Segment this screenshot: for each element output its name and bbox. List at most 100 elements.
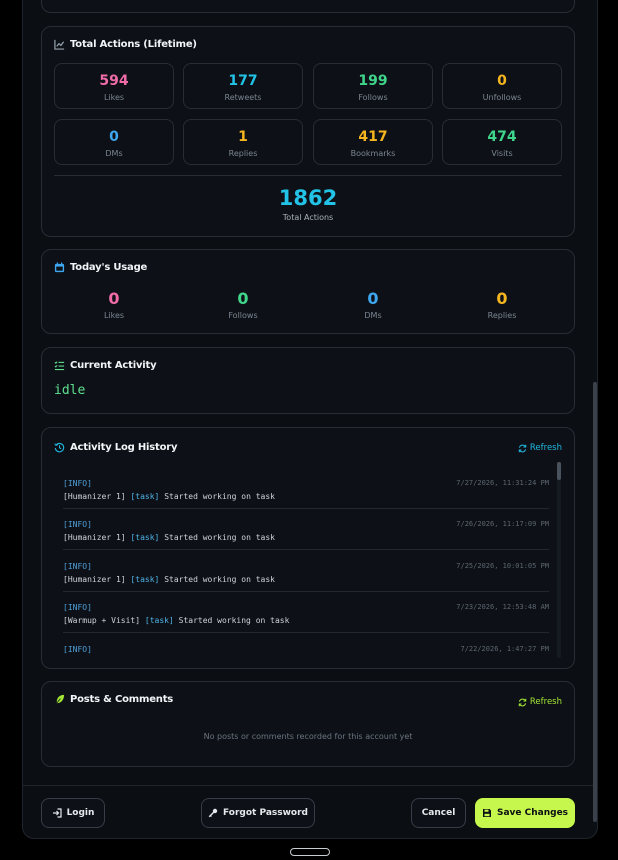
cancel-button[interactable]: Cancel (411, 798, 466, 828)
stat-label: Retweets (224, 93, 262, 102)
today-value: 0 (496, 289, 508, 308)
log-message: [Humanizer 1] [task] Started working on … (63, 533, 549, 542)
feather-icon (55, 694, 65, 705)
log-text: Started working on task (178, 616, 290, 625)
log-divider (63, 632, 549, 633)
home-indicator (290, 848, 330, 856)
today-value: 0 (108, 289, 120, 308)
log-source: [Humanizer 1] (63, 575, 126, 584)
stat-label: Bookmarks (350, 149, 396, 158)
login-button[interactable]: Login (41, 798, 105, 828)
log-entry: [INFO] 7/26/2026, 11:17:09 PM [Humanizer… (63, 520, 549, 542)
posts-refresh-button[interactable]: Refresh (518, 697, 562, 707)
divider (54, 175, 562, 176)
stat-value: 199 (358, 73, 388, 89)
today-label: Likes (103, 311, 125, 320)
current-activity-card: Current Activity idle (41, 347, 575, 414)
stat-bookmarks: 417 Bookmarks (313, 119, 433, 165)
stat-retweets: 177 Retweets (183, 63, 303, 109)
log-divider (63, 549, 549, 550)
log-timestamp: 7/22/2026, 1:47:27 PM (460, 645, 549, 653)
stat-value: 0 (497, 73, 507, 89)
posts-comments-title: Posts & Comments (54, 694, 173, 705)
log-refresh-button[interactable]: Refresh (518, 443, 562, 453)
log-text: Started working on task (164, 533, 275, 542)
account-details-modal: Total Actions (Lifetime) 594 Likes 177 R… (22, 0, 598, 839)
stat-label: Follows (358, 93, 388, 102)
log-message: [Humanizer 1] [task] Started working on … (63, 492, 549, 501)
log-category: [task] (130, 575, 160, 584)
chart-line-icon (54, 39, 65, 50)
log-entry: [INFO] 7/25/2026, 10:01:05 PM [Humanizer… (63, 562, 549, 584)
log-timestamp: 7/25/2026, 10:01:05 PM (456, 562, 549, 570)
posts-empty-state: No posts or comments recorded for this a… (203, 732, 413, 741)
log-scrollbar-track[interactable] (557, 462, 561, 658)
stat-unfollows: 0 Unfollows (442, 63, 562, 109)
save-changes-button[interactable]: Save Changes (475, 798, 575, 828)
stat-label: Visits (491, 149, 513, 158)
log-message: [Warmup + Visit] [task] Started working … (63, 616, 549, 625)
log-entry: [INFO] 7/22/2026, 1:47:27 PM (63, 645, 549, 654)
stat-visits: 474 Visits (442, 119, 562, 165)
refresh-icon (518, 444, 527, 452)
stat-value: 1 (238, 129, 248, 145)
log-entry: [INFO] 7/23/2026, 12:53:48 AM [Warmup + … (63, 603, 549, 625)
stat-dms: 0 DMs (54, 119, 174, 165)
log-category: [task] (130, 533, 160, 542)
stat-value: 594 (99, 73, 129, 89)
log-scrollbar-thumb[interactable] (557, 462, 561, 480)
log-divider (63, 591, 549, 592)
lifetime-actions-card: Total Actions (Lifetime) 594 Likes 177 R… (41, 26, 575, 237)
total-actions-label: Total Actions (282, 213, 334, 222)
today-likes: 0 Likes (54, 289, 174, 320)
today-label: Follows (228, 311, 258, 320)
today-value: 0 (367, 289, 379, 308)
current-activity-value: idle (54, 383, 86, 398)
modal-scrollbar-thumb[interactable] (593, 382, 597, 822)
forgot-password-label: Forgot Password (223, 808, 308, 818)
stat-likes: 594 Likes (54, 63, 174, 109)
log-text: Started working on task (164, 575, 275, 584)
today-label: DMs (364, 311, 382, 320)
stat-value: 177 (228, 73, 258, 89)
today-dms: 0 DMs (313, 289, 433, 320)
posts-comments-card: Posts & Comments Refresh No posts or com… (41, 681, 575, 767)
todays-usage-title: Today's Usage (54, 262, 147, 273)
total-actions-value: 1862 (278, 186, 338, 210)
log-divider (63, 508, 549, 509)
log-entry: [INFO] 7/27/2026, 11:31:24 PM [Humanizer… (63, 479, 549, 501)
save-icon (482, 809, 491, 817)
posts-refresh-label: Refresh (529, 697, 562, 707)
log-source: [Humanizer 1] (63, 492, 126, 501)
stat-label: Likes (103, 93, 125, 102)
stat-replies: 1 Replies (183, 119, 303, 165)
today-value: 0 (237, 289, 249, 308)
log-refresh-label: Refresh (529, 443, 562, 453)
list-check-icon (54, 361, 65, 371)
log-category: [task] (130, 492, 160, 501)
stat-value: 0 (109, 129, 119, 145)
activity-log-title: Activity Log History (54, 442, 178, 453)
stat-label: DMs (105, 149, 123, 158)
log-message: [Humanizer 1] [task] Started working on … (63, 575, 549, 584)
stat-label: Unfollows (482, 93, 522, 102)
refresh-icon (518, 698, 527, 706)
todays-usage-card: Today's Usage 0 Likes 0 Follows 0 DMs 0 … (41, 249, 575, 334)
history-icon (54, 442, 65, 453)
stat-value: 417 (358, 129, 388, 145)
login-label: Login (66, 808, 95, 818)
log-category: [task] (144, 616, 174, 625)
stat-label: Replies (228, 149, 258, 158)
previous-section-card (41, 0, 575, 13)
log-text: Started working on task (164, 492, 275, 501)
current-activity-title: Current Activity (54, 360, 157, 371)
activity-log-card: Activity Log History Refresh [INFO] 7/27… (41, 427, 575, 669)
save-changes-label: Save Changes (496, 808, 569, 818)
lifetime-actions-title: Total Actions (Lifetime) (54, 39, 197, 50)
today-replies: 0 Replies (442, 289, 562, 320)
log-timestamp: 7/23/2026, 12:53:48 AM (456, 603, 549, 611)
cancel-label: Cancel (421, 808, 456, 818)
stat-follows: 199 Follows (313, 63, 433, 109)
today-follows: 0 Follows (183, 289, 303, 320)
forgot-password-button[interactable]: Forgot Password (201, 798, 315, 828)
